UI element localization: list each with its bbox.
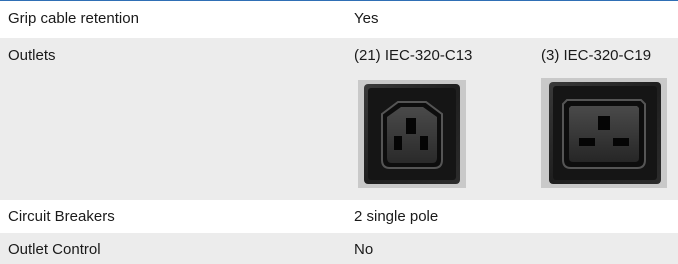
spec-label: Circuit Breakers [8, 208, 115, 225]
spec-value-c19: (3) IEC-320-C19 [541, 47, 652, 64]
iec-c19-socket-icon [541, 78, 667, 188]
spec-label: Outlets [8, 47, 56, 64]
spec-table: Grip cable retention Yes Outlets (21) IE… [0, 0, 678, 264]
spec-value: 2 single pole [354, 208, 439, 225]
spec-row-circuit-breakers: Circuit Breakers 2 single pole [0, 200, 678, 233]
spec-row-outlets: Outlets (21) IEC-320-C13 (3) IEC-320-C19 [0, 38, 678, 200]
spec-row-outlet-control: Outlet Control No [0, 233, 678, 264]
spec-value: Yes [354, 10, 379, 27]
spec-label: Grip cable retention [8, 10, 139, 27]
spec-value-c13: (21) IEC-320-C13 [354, 47, 473, 64]
spec-value: No [354, 241, 374, 258]
spec-row-grip-cable-retention: Grip cable retention Yes [0, 1, 678, 38]
iec-c13-socket-icon [358, 80, 466, 188]
spec-label: Outlet Control [8, 241, 101, 258]
